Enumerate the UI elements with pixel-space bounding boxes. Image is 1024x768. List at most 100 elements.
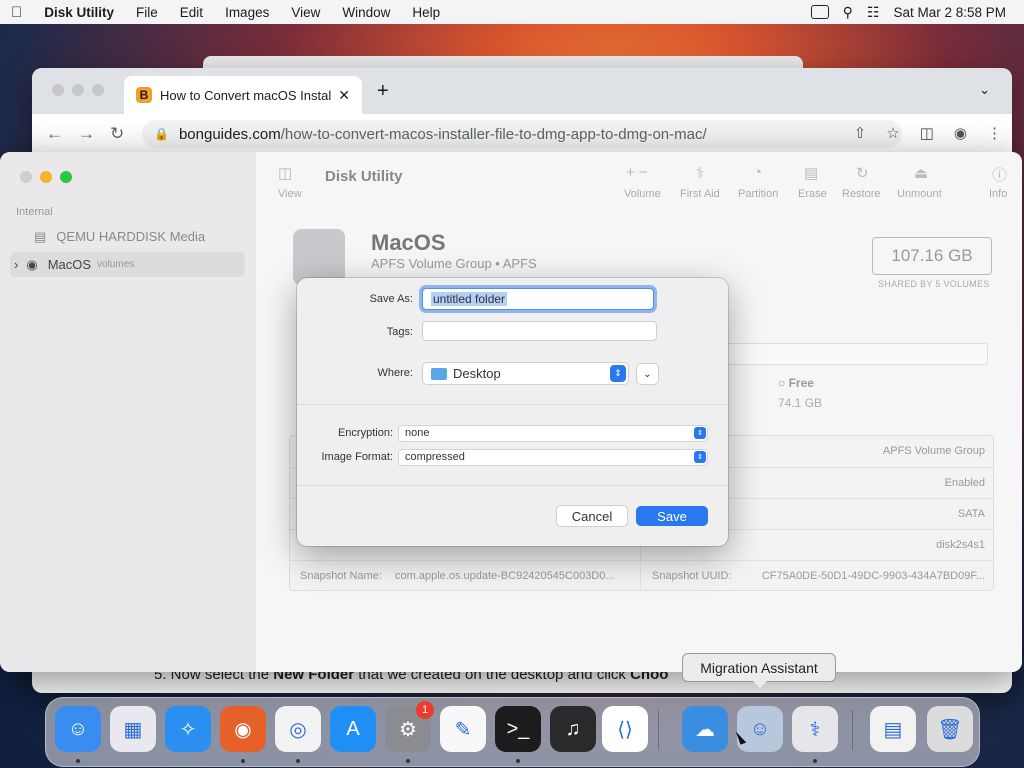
terminal-icon[interactable]: >_ (495, 706, 541, 752)
vscode-icon[interactable]: ⟨⟩ (602, 706, 648, 752)
screen-mirroring-icon[interactable] (810, 5, 829, 19)
url-field[interactable]: 🔒 bonguides.com /how-to-convert-macos-in… (142, 120, 902, 148)
minimize-window-button[interactable] (72, 84, 84, 96)
menu-view[interactable]: View (280, 5, 331, 20)
zoom-window-button[interactable] (92, 84, 104, 96)
sidebar-section-internal: Internal (16, 206, 53, 218)
menu-app-name[interactable]: Disk Utility (33, 5, 125, 20)
toolbar-volume[interactable]: Volume (624, 188, 661, 200)
toolbar-restore[interactable]: Restore (842, 188, 881, 200)
menu-edit[interactable]: Edit (169, 5, 214, 20)
save-as-label: Save As: (369, 293, 413, 305)
disk-utility-icon[interactable]: ⚕ (792, 706, 838, 752)
sidebar: Internal ▤ QEMU HARDDISK Media › ◉ MacOS… (0, 152, 256, 672)
preview-icon[interactable]: ▤ (870, 706, 916, 752)
toolbar-first-aid[interactable]: First Aid (680, 188, 720, 200)
shared-by-label: SHARED BY 5 VOLUMES (878, 279, 990, 289)
weather-icon[interactable]: ☁ (682, 706, 728, 752)
toolbar-erase[interactable]: Erase (798, 188, 827, 200)
save-button[interactable]: Save (636, 506, 708, 526)
sidebar-icon[interactable]: ◫ (920, 124, 934, 142)
site-favicon-icon: B (136, 87, 152, 103)
menu-file[interactable]: File (125, 5, 169, 20)
browser-tab[interactable]: B How to Convert macOS Instal ✕ (124, 76, 362, 114)
expand-chevron-icon[interactable]: ⌄ (636, 363, 659, 385)
chevron-right-icon[interactable]: › (14, 257, 18, 272)
toolbar-partition[interactable]: Partition (738, 188, 778, 200)
control-center-icon[interactable]: ☷ (867, 4, 880, 21)
url-host: bonguides.com (178, 125, 281, 143)
running-indicator (296, 759, 300, 763)
restore-icon[interactable]: ↻ (856, 164, 869, 182)
encryption-popup[interactable]: none ⇕ (398, 425, 708, 442)
cancel-button[interactable]: Cancel (556, 505, 628, 527)
first-aid-icon[interactable]: ⚕ (696, 164, 704, 182)
sidebar-view-icon[interactable]: ◫ (278, 164, 292, 182)
toolbar-unmount[interactable]: Unmount (897, 188, 942, 200)
free-label: ○ Free (778, 376, 814, 390)
add-remove-volume-icon[interactable]: + − (626, 164, 648, 181)
profile-avatar-icon[interactable]: ◉ (954, 124, 967, 142)
window-title: Disk Utility (325, 168, 403, 185)
close-window-button[interactable] (20, 171, 32, 183)
finder-icon[interactable]: ☺ (55, 706, 101, 752)
migration-assistant-icon[interactable]: ☺ (737, 706, 783, 752)
zoom-window-button[interactable] (60, 171, 72, 183)
textedit-icon[interactable]: ✎ (440, 706, 486, 752)
bookmark-star-icon[interactable]: ☆ (886, 124, 899, 142)
sidebar-item-macos[interactable]: › ◉ MacOS volumes (10, 252, 245, 277)
where-popup[interactable]: Desktop ⇕ (422, 362, 629, 385)
running-indicator (813, 759, 817, 763)
spotlight-search-icon[interactable]: ⚲ (843, 4, 853, 21)
app-store-icon[interactable]: A (330, 706, 376, 752)
close-window-button[interactable] (52, 84, 64, 96)
menu-help[interactable]: Help (401, 5, 451, 20)
dock: ☺ ▦ ✧ ◉ ◎ A ⚙ ✎ >_ ♫ ⟨⟩ ☁ ☺ ⚕ ▤ 🗑 (45, 697, 980, 767)
minimize-window-button[interactable] (40, 171, 52, 183)
tags-input[interactable] (422, 321, 657, 341)
notification-badge: 1 (416, 701, 434, 719)
back-arrow-icon[interactable]: ← (46, 124, 63, 144)
volume-name: MacOS (371, 230, 446, 255)
firefox-icon[interactable]: ◉ (220, 706, 266, 752)
save-dialog: Save As: untitled folder Tags: Where: De… (297, 278, 728, 546)
url-path: /how-to-convert-macos-installer-file-to-… (280, 125, 707, 143)
reload-icon[interactable]: ↻ (110, 124, 124, 144)
info-icon[interactable]: ⓘ (992, 164, 1007, 185)
unmount-icon[interactable]: ⏏ (914, 164, 928, 182)
menu-window[interactable]: Window (331, 5, 401, 20)
where-label: Where: (377, 367, 413, 379)
save-as-input[interactable]: untitled folder (422, 288, 654, 310)
running-indicator (76, 759, 80, 763)
close-tab-icon[interactable]: ✕ (338, 87, 350, 104)
dock-tooltip: Migration Assistant (682, 653, 836, 688)
forward-arrow-icon[interactable]: → (78, 124, 95, 144)
free-value: 74.1 GB (778, 396, 823, 410)
apple-menu-icon[interactable]:  (0, 4, 33, 21)
clock[interactable]: Sat Mar 2 8:58 PM (893, 5, 1006, 20)
launchpad-icon[interactable]: ▦ (110, 706, 156, 752)
running-indicator (516, 759, 520, 763)
partition-icon[interactable]: ◔ (753, 164, 762, 181)
lock-icon: 🔒 (154, 127, 169, 141)
garageband-icon[interactable]: ♫ (550, 706, 596, 752)
up-down-arrows-icon: ⇕ (610, 365, 626, 382)
chevron-down-icon[interactable]: ⌄ (979, 82, 990, 98)
trash-icon[interactable]: 🗑 (927, 706, 973, 752)
toolbar-info[interactable]: Info (989, 188, 1007, 200)
more-menu-icon[interactable]: ⋮ (987, 124, 1002, 142)
tab-title: How to Convert macOS Instal (160, 87, 332, 103)
menu-images[interactable]: Images (214, 5, 280, 20)
image-format-popup[interactable]: compressed ⇕ (398, 449, 708, 466)
safari-icon[interactable]: ✧ (165, 706, 211, 752)
up-down-arrows-icon: ⇕ (694, 451, 706, 463)
share-icon[interactable]: ⇧ (854, 124, 867, 142)
sidebar-item-qemu-disk[interactable]: ▤ QEMU HARDDISK Media (10, 224, 245, 249)
address-bar: ← → ↻ 🔒 bonguides.com /how-to-convert-ma… (32, 114, 1012, 155)
running-indicator (241, 759, 245, 763)
capacity-box: 107.16 GB (872, 237, 992, 275)
chrome-icon[interactable]: ◎ (275, 706, 321, 752)
new-tab-icon[interactable]: + (377, 80, 389, 103)
disk-icon: ▤ (34, 228, 47, 244)
erase-icon[interactable]: ▤ (804, 164, 818, 182)
